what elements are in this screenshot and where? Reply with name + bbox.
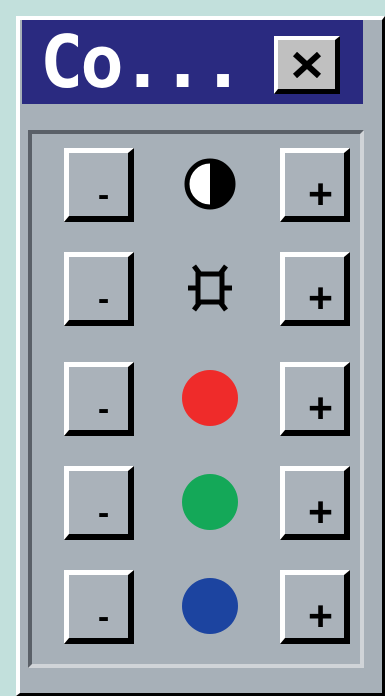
green-increase-button[interactable]: + [280, 466, 350, 540]
close-button[interactable] [274, 36, 340, 94]
red-increase-button[interactable]: + [280, 362, 350, 436]
contrast-row: - + [32, 134, 360, 224]
brightness-increase-button[interactable]: + [280, 252, 350, 326]
blue-dot [182, 578, 238, 634]
button-label: + [308, 489, 333, 535]
button-label: - [95, 601, 112, 634]
title-bar[interactable]: Co... [22, 20, 363, 104]
green-dot-icon [180, 472, 240, 532]
button-label: + [308, 171, 333, 217]
button-label: - [95, 497, 112, 530]
brightness-icon [180, 258, 240, 318]
blue-row: - + [32, 556, 360, 646]
blue-decrease-button[interactable]: - [64, 570, 134, 644]
close-icon [292, 51, 321, 78]
green-decrease-button[interactable]: - [64, 466, 134, 540]
contrast-increase-button[interactable]: + [280, 148, 350, 222]
red-dot-icon [180, 368, 240, 428]
contrast-decrease-button[interactable]: - [64, 148, 134, 222]
button-label: - [95, 179, 112, 212]
button-label: - [95, 393, 112, 426]
green-dot [182, 474, 238, 530]
red-dot [182, 370, 238, 426]
button-label: + [308, 275, 333, 321]
contrast-icon [180, 154, 240, 214]
button-label: + [308, 385, 333, 431]
button-label: + [308, 593, 333, 639]
brightness-decrease-button[interactable]: - [64, 252, 134, 326]
red-row: - + [32, 348, 360, 438]
green-row: - + [32, 452, 360, 542]
button-label: - [95, 283, 112, 316]
red-decrease-button[interactable]: - [64, 362, 134, 436]
window-title: Co... [40, 20, 245, 104]
brightness-row: - + [32, 238, 360, 328]
blue-increase-button[interactable]: + [280, 570, 350, 644]
blue-dot-icon [180, 576, 240, 636]
adjustment-panel: - + - + - + - + - + [28, 130, 364, 668]
